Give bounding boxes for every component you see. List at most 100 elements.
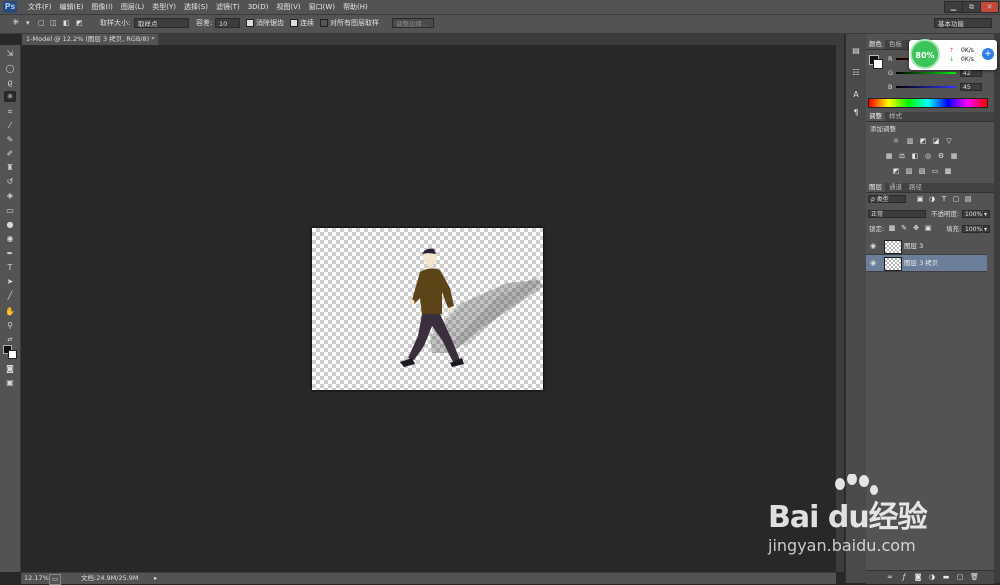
menu-help[interactable]: 帮助(H)	[339, 2, 372, 13]
background-color-swatch[interactable]	[873, 59, 883, 69]
layer-style-icon[interactable]: ƒ	[900, 574, 908, 581]
color-lookup-icon[interactable]: ▦	[950, 153, 958, 160]
brightness-icon[interactable]: ☼	[892, 138, 900, 145]
tolerance-input[interactable]: 10	[215, 18, 240, 28]
fill-input[interactable]: 100%	[962, 225, 982, 233]
filter-type-icon[interactable]: T	[940, 196, 948, 203]
layer-row[interactable]: ◉ 图层 3	[866, 238, 987, 255]
subtract-selection-icon[interactable]: ◧	[63, 18, 70, 29]
visibility-eye-icon[interactable]: ◉	[870, 242, 876, 250]
menu-3d[interactable]: 3D(D)	[244, 2, 273, 13]
link-layers-icon[interactable]: ∞	[886, 574, 894, 581]
document-tab[interactable]: 1-Model @ 12.2% (图层 3 拷贝, RGB/8) * ×	[22, 34, 158, 54]
quick-mask-icon[interactable]: ◙	[4, 363, 16, 374]
opacity-input[interactable]: 100%	[962, 210, 982, 218]
marquee-icon[interactable]: ◯	[4, 63, 16, 74]
photo-filter-icon[interactable]: ◎	[924, 153, 932, 160]
antialias-checkbox[interactable]: 消除锯齿	[246, 18, 284, 29]
sample-all-checkbox[interactable]: 对所有图层取样	[320, 18, 379, 29]
new-layer-icon[interactable]: ▢	[956, 574, 964, 581]
green-value[interactable]: 42	[960, 69, 982, 77]
blur-icon[interactable]: ●	[4, 219, 16, 230]
history-brush-icon[interactable]: ↺	[4, 176, 16, 187]
move-icon[interactable]: ⇲	[4, 48, 16, 59]
threshold-icon[interactable]: ▧	[918, 168, 926, 175]
healing-brush-icon[interactable]: ✎	[4, 134, 16, 145]
levels-icon[interactable]: ▥	[906, 138, 914, 145]
visibility-eye-icon[interactable]: ◉	[870, 259, 876, 267]
tab-channels[interactable]: 通道	[886, 183, 905, 192]
black-white-icon[interactable]: ◧	[911, 153, 919, 160]
tab-paths[interactable]: 路径	[906, 183, 925, 192]
add-mask-icon[interactable]: ◙	[914, 574, 922, 581]
magic-wand-icon[interactable]: ✳	[4, 91, 16, 102]
opacity-chevron-icon[interactable]: ▾	[983, 210, 990, 218]
history-panel-icon[interactable]: ▤	[850, 46, 862, 56]
character-panel-icon[interactable]: A	[850, 90, 862, 100]
hand-icon[interactable]: ✋	[4, 306, 16, 317]
dodge-icon[interactable]: ◉	[4, 233, 16, 244]
menu-layer[interactable]: 图层(L)	[117, 2, 148, 13]
background-color-swatch[interactable]	[8, 350, 17, 359]
tab-styles[interactable]: 样式	[886, 112, 905, 121]
new-selection-icon[interactable]: ▢	[38, 18, 45, 29]
document-canvas[interactable]	[312, 228, 544, 390]
filter-shape-icon[interactable]: ▢	[952, 196, 960, 203]
filter-pixel-icon[interactable]: ▣	[916, 196, 924, 203]
hue-saturation-icon[interactable]: ▦	[885, 153, 893, 160]
status-menu-arrow-icon[interactable]: ▸	[154, 574, 157, 583]
delete-layer-icon[interactable]: 🗑	[970, 574, 979, 581]
lock-all-icon[interactable]: ▣	[924, 225, 932, 232]
curves-icon[interactable]: ◩	[919, 138, 927, 145]
menu-type[interactable]: 类型(Y)	[148, 2, 180, 13]
lock-position-icon[interactable]: ✥	[912, 225, 920, 232]
properties-panel-icon[interactable]: ☷	[850, 68, 862, 78]
tab-layers[interactable]: 图层	[866, 183, 885, 192]
status-preview-icon[interactable]: ▭	[49, 574, 62, 585]
color-spectrum-bar[interactable]	[868, 98, 988, 108]
posterize-icon[interactable]: ▨	[905, 168, 913, 175]
selective-color-icon[interactable]: ▩	[944, 168, 952, 175]
menu-select[interactable]: 选择(S)	[180, 2, 212, 13]
network-speed-widget[interactable]: 80% ↑ 0K/s ↓ 0K/s +	[909, 39, 997, 70]
menu-image[interactable]: 图像(I)	[87, 2, 117, 13]
crop-icon[interactable]: ⌗	[4, 106, 16, 117]
pen-icon[interactable]: ✒	[4, 248, 16, 259]
color-balance-icon[interactable]: ⚖	[898, 153, 906, 160]
paragraph-panel-icon[interactable]: ¶	[850, 108, 862, 118]
lasso-icon[interactable]: ϱ	[4, 77, 16, 88]
lock-pixels-icon[interactable]: ✎	[900, 225, 908, 232]
clone-stamp-icon[interactable]: ♜	[4, 162, 16, 173]
exposure-icon[interactable]: ◪	[932, 138, 940, 145]
panels-scrollbar[interactable]	[994, 34, 1000, 583]
menu-file[interactable]: 文件(F)	[24, 2, 56, 13]
blue-slider[interactable]	[896, 86, 956, 88]
plus-icon[interactable]: +	[982, 48, 994, 60]
eraser-icon[interactable]: ◈	[4, 190, 16, 201]
sample-size-select[interactable]: 取样点	[134, 18, 189, 28]
new-group-icon[interactable]: ▬	[942, 574, 950, 581]
layer-row-selected[interactable]: ◉ 图层 3 拷贝	[866, 255, 987, 272]
vibrance-icon[interactable]: ▽	[945, 138, 953, 145]
tab-color[interactable]: 颜色	[866, 40, 885, 49]
tab-adjustments[interactable]: 调整	[866, 112, 885, 121]
chevron-down-icon[interactable]: ▾	[26, 18, 30, 29]
close-button[interactable]: ✕	[980, 1, 999, 13]
brush-icon[interactable]: ✐	[4, 148, 16, 159]
canvas-workspace[interactable]	[21, 46, 836, 572]
eyedropper-icon[interactable]: ⁄	[4, 120, 16, 131]
layer-filter-select[interactable]: ρ 类型	[868, 195, 906, 203]
intersect-selection-icon[interactable]: ◩	[76, 18, 83, 29]
restore-button[interactable]: ⧉	[962, 1, 981, 13]
magic-wand-tool-icon[interactable]: ✳	[12, 18, 20, 29]
new-adjustment-icon[interactable]: ◑	[928, 574, 936, 581]
screen-mode-icon[interactable]: ▣	[4, 377, 16, 388]
menu-filter[interactable]: 滤镜(T)	[212, 2, 244, 13]
menu-window[interactable]: 窗口(W)	[305, 2, 339, 13]
menu-view[interactable]: 视图(V)	[272, 2, 304, 13]
gradient-map-icon[interactable]: ▭	[931, 168, 939, 175]
invert-icon[interactable]: ◩	[892, 168, 900, 175]
swap-colors-icon[interactable]: ⇄	[4, 334, 16, 345]
fill-chevron-icon[interactable]: ▾	[983, 225, 990, 233]
menu-edit[interactable]: 编辑(E)	[56, 2, 88, 13]
